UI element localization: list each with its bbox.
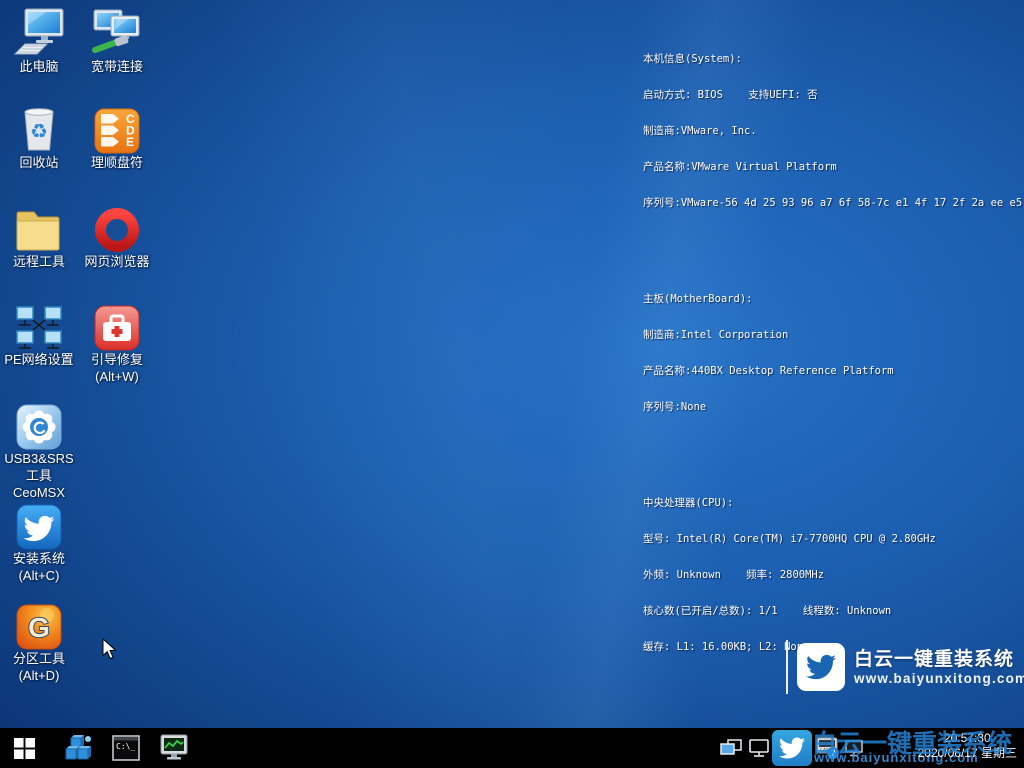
network-diagram-icon	[1, 299, 77, 351]
sysinfo-line: 核心数(已开启/总数): 1/1 线程数: Unknown	[643, 605, 1021, 617]
watermark-divider	[786, 640, 788, 694]
desktop-icon-hotkey: (Alt+W)	[79, 368, 155, 385]
watermark-bird-icon	[797, 643, 845, 691]
drive-letters-icon: C D E	[79, 102, 155, 154]
desktop-icon-remote-tools[interactable]: 远程工具	[1, 201, 77, 270]
windows-logo-icon	[14, 738, 35, 759]
drive-badge-e: E	[126, 135, 134, 149]
pe-desktop: 此电脑 宽带连接 ♻ 回收站	[0, 0, 1024, 768]
sysinfo-title: 中央处理器(CPU):	[643, 497, 1021, 509]
taskbar-app-command-prompt[interactable]: C:\_	[110, 728, 142, 768]
desktop-icon-label-line2: 工具CeoMSX	[1, 467, 77, 501]
tray-network[interactable]	[746, 728, 772, 768]
desktop-icon-partition-tool[interactable]: G 分区工具 (Alt+D)	[1, 598, 77, 684]
desktop-icon-label: 安装系统	[1, 550, 77, 567]
sysinfo-line: 外频: Unknown 频率: 2800MHz	[643, 569, 1021, 581]
desktop-icon-label: 远程工具	[1, 253, 77, 270]
desktop-icon-pe-network[interactable]: PE网络设置	[1, 299, 77, 368]
task-monitor-icon	[159, 734, 189, 762]
watermark-text: 白云一键重装系统 www.baiyunxitong.com	[854, 648, 1024, 687]
sysinfo-line: 产品名称:VMware Virtual Platform	[643, 161, 1021, 173]
taskbar-app-baiyun[interactable]	[772, 730, 812, 766]
broadband-icon	[79, 6, 155, 58]
sysinfo-line: 序列号:None	[643, 401, 1021, 413]
desktop-icon-web-browser[interactable]: 网页浏览器	[79, 201, 155, 270]
desktop-icon-install-system[interactable]: 安装系统 (Alt+C)	[1, 498, 77, 584]
dual-display-icon	[720, 739, 742, 757]
watermark-title: 白云一键重装系统	[854, 648, 1024, 671]
desktop-watermark: 白云一键重装系统 www.baiyunxitong.com	[786, 640, 1024, 694]
sysinfo-section-system: 本机信息(System): 启动方式: BIOS 支持UEFI: 否 制造商:V…	[643, 29, 1021, 233]
sysinfo-section-motherboard: 主板(MotherBoard): 制造商:Intel Corporation 产…	[643, 269, 1021, 437]
command-prompt-icon: C:\_	[112, 735, 140, 761]
desktop-icon-label: 回收站	[1, 154, 77, 171]
desktop-icon-label: PE网络设置	[1, 351, 77, 368]
desktop-icon-hotkey: (Alt+D)	[1, 667, 77, 684]
bird-app-icon	[1, 498, 77, 550]
desktop-icon-boot-repair[interactable]: 引导修复 (Alt+W)	[79, 299, 155, 385]
taskbar-app-pe-tools[interactable]	[62, 728, 94, 768]
desktop-icon-hotkey: (Alt+C)	[1, 567, 77, 584]
bird-icon	[779, 735, 805, 761]
desktop-icon-usb3-srs[interactable]: USB3&SRS 工具CeoMSX	[1, 398, 77, 501]
sysinfo-line: 制造商:VMware, Inc.	[643, 125, 1021, 137]
taskbar-watermark-title: 白云一键重装系统	[812, 724, 1018, 760]
desktop-icon-broadband[interactable]: 宽带连接	[79, 6, 155, 75]
taskbar-app-task-monitor[interactable]	[158, 728, 190, 768]
network-display-icon	[748, 739, 770, 758]
diskgenius-icon: G	[1, 598, 77, 650]
sysinfo-line: 制造商:Intel Corporation	[643, 329, 1021, 341]
sysinfo-line: 型号: Intel(R) Core(TM) i7-7700HQ CPU @ 2.…	[643, 533, 1021, 545]
sysinfo-line: 序列号:VMware-56 4d 25 93 96 a7 6f 58-7c e1…	[643, 197, 1021, 209]
desktop-icon-label: 宽带连接	[79, 58, 155, 75]
desktop-icon-label: 分区工具	[1, 650, 77, 667]
first-aid-icon	[79, 299, 155, 351]
watermark-url: www.baiyunxitong.com	[854, 671, 1024, 687]
sysinfo-line: 启动方式: BIOS 支持UEFI: 否	[643, 89, 1021, 101]
start-button[interactable]	[8, 728, 40, 768]
desktop-icon-label: 引导修复	[79, 351, 155, 368]
cmd-prompt-text: C:\_	[116, 742, 135, 751]
mouse-cursor	[102, 638, 117, 665]
tray-display-switch[interactable]	[718, 728, 744, 768]
recycle-glyph: ♻	[30, 119, 48, 143]
desktop-icon-drive-letters[interactable]: C D E 理顺盘符	[79, 102, 155, 171]
sysinfo-line: 产品名称:440BX Desktop Reference Platform	[643, 365, 1021, 377]
desktop-icon-label: 网页浏览器	[79, 253, 155, 270]
desktop-icon-label: USB3&SRS	[1, 450, 77, 467]
blue-cubes-icon	[64, 734, 92, 762]
desktop-icon-label: 理顺盘符	[79, 154, 155, 171]
partition-letter: G	[28, 612, 50, 643]
recycle-bin-icon: ♻	[1, 102, 77, 154]
desktop-icon-label: 此电脑	[1, 58, 77, 75]
desktop-icon-recycle-bin[interactable]: ♻ 回收站	[1, 102, 77, 171]
desktop-icon-this-pc[interactable]: 此电脑	[1, 6, 77, 75]
gear-flower-icon	[1, 398, 77, 450]
browser-o-icon	[79, 201, 155, 253]
sysinfo-title: 主板(MotherBoard):	[643, 293, 1021, 305]
sysinfo-title: 本机信息(System):	[643, 53, 1021, 65]
this-pc-icon	[1, 6, 77, 58]
folder-icon	[1, 201, 77, 253]
